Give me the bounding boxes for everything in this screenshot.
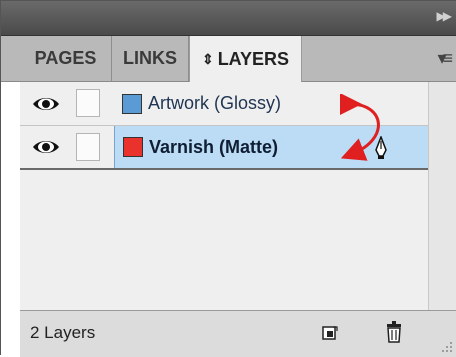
tab-layers-label: LAYERS [217,48,290,69]
collapse-panel-icon[interactable]: ▶▶ [437,9,453,23]
tab-links-label: LINKS [123,48,177,68]
tab-strip: PAGES LINKS ⇕ LAYERS ▾≡ [1,36,456,82]
panel-title-bar: ▶▶ [1,1,456,36]
layer-color-swatch [122,93,142,114]
lock-toggle[interactable] [76,133,100,161]
swap-arrow-icon [340,94,380,161]
layers-panel: ▶▶ PAGES LINKS ⇕ LAYERS ▾≡ Artwork (Glos… [0,0,456,357]
trash-icon[interactable] [386,321,402,343]
layer-color-swatch [123,137,143,157]
tab-pages-label: PAGES [34,48,97,68]
layer-list: Artwork (Glossy) Varnish (Matte) [20,82,428,310]
new-layer-icon[interactable] [322,325,338,341]
tab-links[interactable]: LINKS [112,36,189,81]
visibility-toggle[interactable] [20,126,72,168]
lock-toggle[interactable] [76,89,100,117]
panel-footer: 2 Layers [20,310,456,357]
layer-name: Artwork (Glossy) [148,93,282,113]
panel-menu-icon[interactable]: ▾≡ [437,48,452,69]
scrollbar[interactable] [428,82,456,310]
tab-layers[interactable]: ⇕ LAYERS [189,36,302,82]
layer-name: Varnish (Matte) [149,136,279,157]
visibility-toggle[interactable] [20,82,72,125]
layer-count: 2 Layers [30,323,96,342]
tab-pages[interactable]: PAGES [20,36,112,81]
eye-icon [33,141,59,153]
eye-icon [33,97,59,110]
resize-grip-icon[interactable] [441,341,453,353]
tab-sort-arrows-icon: ⇕ [201,50,214,67]
panel-left-margin [1,36,20,356]
